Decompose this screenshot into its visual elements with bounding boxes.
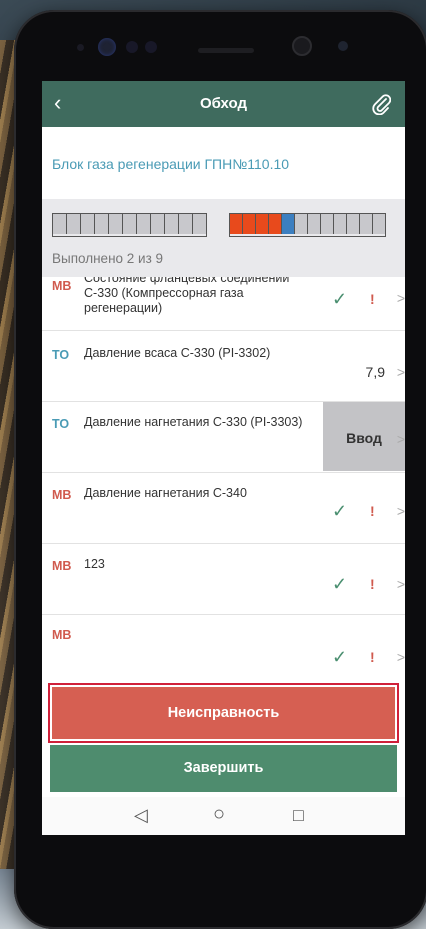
item-title: Давление нагнетания С-330 (PI-3303): [84, 415, 303, 429]
fault-mark-icon[interactable]: !: [370, 649, 375, 665]
item-type-tag: МВ: [52, 628, 72, 642]
item-type-tag: МВ: [52, 559, 72, 573]
progress-segment: [282, 214, 295, 234]
list-item[interactable]: ТО Давление нагнетания С-330 (PI-3303) В…: [42, 402, 405, 473]
list-item[interactable]: МВ Давление нагнетания С-340 ✓ ! >: [42, 473, 405, 544]
chevron-right-icon: >: [396, 431, 405, 447]
chevron-right-icon: >: [396, 290, 405, 306]
progress-bar-group-2: [229, 213, 386, 237]
progress-segment: [269, 214, 282, 234]
progress-segment: [347, 214, 360, 234]
fault-button-label: Неисправность: [52, 687, 395, 739]
chevron-right-icon: >: [396, 364, 405, 380]
fault-mark-icon[interactable]: !: [370, 503, 375, 519]
progress-segment: [334, 214, 347, 234]
input-value-button[interactable]: Ввод: [323, 402, 405, 471]
list-item[interactable]: ТО Давление всаса С-330 (PI-3302) 7,9 >: [42, 331, 405, 402]
progress-label: Выполнено 2 из 9: [52, 251, 164, 266]
progress-segment: [123, 214, 137, 234]
progress-segment: [137, 214, 151, 234]
item-title: Состояние фланцевых соединений С-330 (Ко…: [84, 277, 290, 315]
list-item[interactable]: МВ Состояние фланцевых соединений С-330 …: [42, 277, 405, 331]
chevron-right-icon: >: [396, 649, 405, 665]
checklist[interactable]: МВ Состояние фланцевых соединений С-330 …: [42, 277, 405, 677]
item-title: 123: [84, 557, 105, 571]
item-type-tag: ТО: [52, 417, 70, 431]
android-nav-bar: ◁ ○ □: [42, 797, 405, 835]
app-bar: ‹ Обход: [42, 81, 405, 127]
item-type-tag: ТО: [52, 348, 70, 362]
progress-segment: [67, 214, 81, 234]
page-title: Обход: [199, 95, 247, 112]
chevron-right-icon: >: [396, 576, 405, 592]
sensor-icon: [126, 41, 138, 53]
item-type-tag: МВ: [52, 488, 72, 502]
progress-segment: [95, 214, 109, 234]
app-screen: ‹ Обход Блок газа регенерации ГПН№110.10…: [42, 81, 405, 835]
item-title: Давление всаса С-330 (PI-3302): [84, 346, 271, 360]
check-icon[interactable]: ✓: [332, 647, 347, 668]
object-name: Блок газа регенерации ГПН№110.10: [52, 156, 290, 172]
progress-segment: [179, 214, 193, 234]
sensor-icon: [77, 44, 84, 51]
progress-segment: [373, 214, 385, 234]
progress-segment: [151, 214, 165, 234]
progress-segment: [53, 214, 67, 234]
nav-recent-icon[interactable]: □: [293, 805, 304, 826]
sensor-icon: [145, 41, 157, 53]
nav-back-icon[interactable]: ◁: [134, 805, 148, 826]
camera-icon: [98, 38, 116, 56]
progress-segment: [165, 214, 179, 234]
fault-mark-icon[interactable]: !: [370, 576, 375, 592]
list-item[interactable]: МВ 123 ✓ ! >: [42, 544, 405, 615]
progress-panel: Выполнено 2 из 9: [42, 199, 405, 277]
progress-segment: [230, 214, 243, 234]
progress-bar-group-1: [52, 213, 207, 237]
progress-segment: [360, 214, 373, 234]
fault-button[interactable]: Неисправность: [48, 683, 399, 743]
list-item[interactable]: МВ ✓ ! >: [42, 615, 405, 677]
progress-segment: [321, 214, 334, 234]
item-type-tag: МВ: [52, 279, 72, 293]
progress-segment: [81, 214, 95, 234]
progress-segment: [308, 214, 321, 234]
check-icon[interactable]: ✓: [332, 501, 347, 522]
phone-frame: ‹ Обход Блок газа регенерации ГПН№110.10…: [14, 10, 426, 929]
check-icon[interactable]: ✓: [332, 574, 347, 595]
progress-segment: [109, 214, 123, 234]
check-icon[interactable]: ✓: [332, 289, 347, 310]
sensor-icon: [338, 41, 348, 51]
fault-mark-icon[interactable]: !: [370, 291, 375, 307]
nav-home-icon[interactable]: ○: [213, 803, 225, 826]
progress-segment: [256, 214, 269, 234]
paperclip-icon[interactable]: [371, 93, 392, 120]
progress-segment: [193, 214, 206, 234]
chevron-right-icon: >: [396, 503, 405, 519]
finish-button[interactable]: Завершить: [50, 745, 397, 792]
speaker-grille: [198, 48, 254, 53]
progress-segment: [295, 214, 308, 234]
progress-segment: [243, 214, 256, 234]
item-value: 7,9: [365, 364, 385, 380]
front-camera-icon: [292, 36, 312, 56]
item-title: Давление нагнетания С-340: [84, 486, 247, 500]
